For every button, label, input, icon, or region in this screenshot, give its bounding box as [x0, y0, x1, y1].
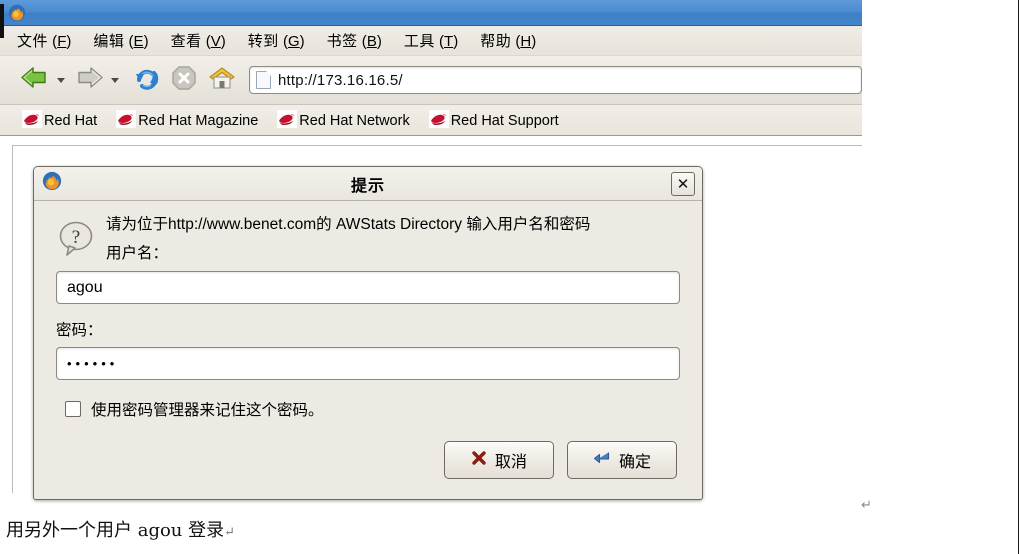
dialog-title: 提示: [350, 177, 385, 195]
password-input[interactable]: ••••••: [56, 347, 680, 380]
menu-view[interactable]: 查看 (V): [171, 30, 226, 51]
menu-view-accel: V: [210, 33, 221, 50]
dialog-titlebar: 提示 ✕: [34, 167, 702, 201]
bookmark-red-hat-magazine-label: Red Hat Magazine: [138, 113, 259, 129]
menu-file[interactable]: 文件 (F): [17, 30, 71, 51]
menu-help[interactable]: 帮助 (H): [480, 30, 536, 51]
menu-bookmarks[interactable]: 书签 (B): [327, 30, 382, 51]
menu-edit[interactable]: 编辑 (E): [93, 30, 148, 51]
menu-help-accel: H: [520, 33, 532, 50]
dialog-body: ? 请为位于http://www.benet.com的 AWStats Dire…: [34, 201, 702, 479]
ok-button-label: 确定: [618, 454, 651, 471]
caption-return-mark: ↵: [224, 525, 236, 540]
svg-text:?: ?: [72, 227, 80, 248]
reload-button[interactable]: [132, 63, 162, 98]
menu-view-label: 查看: [170, 33, 202, 50]
remember-password-row[interactable]: 使用密码管理器来记住这个密码。: [56, 398, 680, 420]
caption-text: 用另外一个用户 agou 登录↵: [6, 516, 235, 542]
firefox-icon: [8, 4, 26, 22]
stray-return-mark: ↵: [861, 498, 872, 513]
stop-icon: [170, 64, 198, 97]
page-document-icon: [256, 71, 271, 89]
menu-file-label: 文件: [17, 33, 49, 50]
bookmark-red-hat-label: Red Hat: [44, 113, 98, 129]
window-titlebar: [0, 0, 862, 26]
auth-dialog: 提示 ✕ ? 请为位于http://www.benet.com的 AWStats…: [33, 166, 703, 500]
navigation-toolbar: http://173.16.16.5/: [0, 56, 862, 105]
forward-arrow-icon: [72, 63, 106, 98]
menu-file-accel: F: [57, 33, 67, 50]
menu-bookmarks-label: 书签: [326, 33, 358, 50]
menu-tools-label: 工具: [403, 33, 435, 50]
password-label: 密码：: [56, 322, 103, 339]
back-arrow-icon: [18, 63, 52, 98]
menu-tools-accel: T: [444, 33, 454, 50]
bookmarks-toolbar: Red Hat Red Hat Magazine Red Hat Network…: [0, 105, 862, 138]
bookmark-red-hat-network[interactable]: Red Hat Network: [277, 109, 410, 133]
menu-go[interactable]: 转到 (G): [248, 30, 305, 51]
redhat-fedora-icon: [428, 109, 449, 133]
cancel-button[interactable]: 取消: [444, 441, 554, 479]
username-label: 用户名：: [106, 244, 169, 262]
menu-help-label: 帮助: [480, 33, 512, 50]
dialog-message: 请为位于http://www.benet.com的 AWStats Direct…: [106, 216, 591, 233]
redhat-fedora-icon: [22, 109, 42, 133]
menu-go-accel: G: [287, 33, 300, 50]
redhat-fedora-icon: [277, 109, 298, 133]
home-icon: [207, 64, 237, 97]
screenshot-root: 文件 (F) 编辑 (E) 查看 (V) 转到 (G) 书签 (B) 工具 (T…: [0, 0, 1020, 554]
username-input[interactable]: agou: [56, 271, 680, 304]
forward-dropdown-caret[interactable]: [111, 77, 119, 83]
menubar: 文件 (F) 编辑 (E) 查看 (V) 转到 (G) 书签 (B) 工具 (T…: [0, 26, 862, 56]
bookmark-red-hat-magazine[interactable]: Red Hat Magazine: [116, 109, 259, 133]
redhat-fedora-icon: [116, 109, 137, 133]
menu-edit-accel: E: [133, 33, 144, 50]
menu-tools[interactable]: 工具 (T): [404, 30, 458, 51]
cancel-button-label: 取消: [494, 454, 527, 471]
remember-password-label: 使用密码管理器来记住这个密码。: [91, 402, 324, 419]
bookmark-red-hat[interactable]: Red Hat: [22, 109, 98, 133]
bookmark-red-hat-support-label: Red Hat Support: [450, 113, 559, 129]
dialog-message-column: 请为位于http://www.benet.com的 AWStats Direct…: [98, 215, 680, 263]
question-bubble-icon: ?: [56, 219, 98, 264]
close-icon[interactable]: ✕: [671, 172, 695, 196]
dialog-message-row: ? 请为位于http://www.benet.com的 AWStats Dire…: [56, 215, 680, 264]
menu-edit-label: 编辑: [93, 33, 125, 50]
menu-go-label: 转到: [247, 33, 279, 50]
x-mark-icon: [471, 450, 487, 471]
dialog-button-row: 取消 确定: [56, 441, 680, 479]
caption-label: 用另外一个用户 agou 登录: [6, 520, 225, 541]
bookmark-red-hat-support[interactable]: Red Hat Support: [428, 109, 559, 133]
page-edge-rule: [1018, 0, 1019, 554]
url-bar[interactable]: http://173.16.16.5/: [249, 66, 862, 94]
menu-bookmarks-accel: B: [366, 33, 377, 50]
dialog-pointer-tail: [0, 4, 4, 38]
ok-button[interactable]: 确定: [567, 441, 677, 479]
remember-password-checkbox[interactable]: [65, 401, 81, 417]
back-dropdown-caret[interactable]: [57, 77, 65, 83]
forward-button[interactable]: [72, 63, 106, 98]
reload-icon: [132, 63, 162, 98]
enter-arrow-icon: [593, 450, 611, 471]
url-text: http://173.16.16.5/: [278, 71, 403, 89]
back-button[interactable]: [18, 63, 52, 98]
stop-button[interactable]: [170, 64, 198, 97]
home-button[interactable]: [207, 64, 237, 97]
bookmark-red-hat-network-label: Red Hat Network: [299, 113, 410, 129]
